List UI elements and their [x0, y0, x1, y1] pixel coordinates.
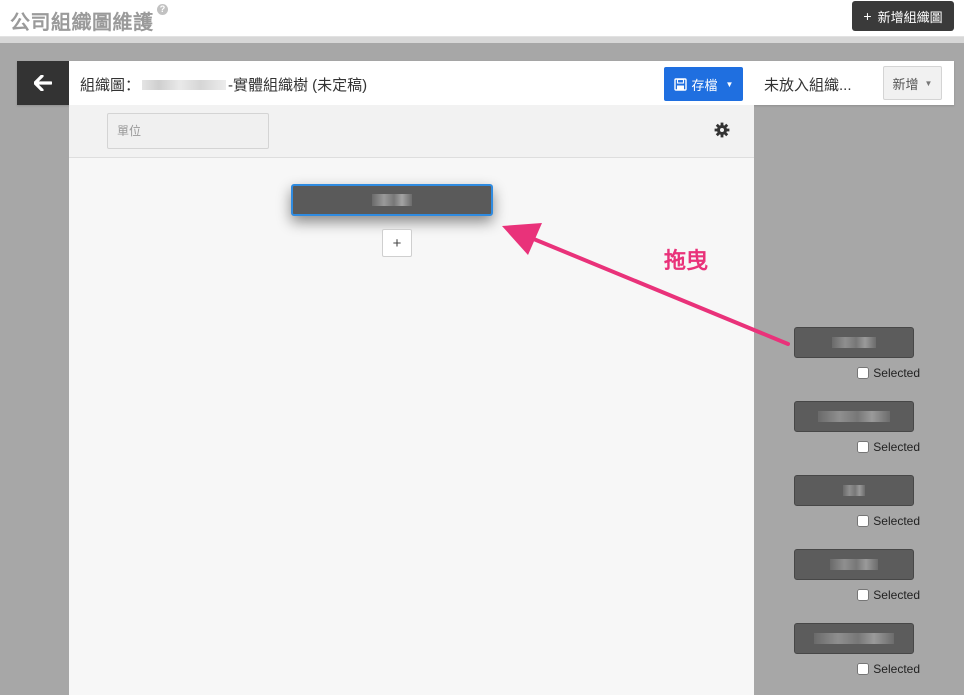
chart-title: 組織圖： -實體組織樹 (未定稿)	[80, 74, 367, 95]
chart-title-prefix: 組織圖：	[80, 77, 141, 94]
redacted-node-name	[818, 411, 890, 422]
drag-annotation-label: 拖曳	[664, 248, 709, 273]
arrow-left-icon	[34, 75, 52, 91]
caret-down-icon: ▼	[725, 79, 734, 89]
editor-header: 組織圖： -實體組織樹 (未定稿) 存檔 ▼ 未放入組織... 新增 ▼	[17, 61, 954, 105]
redacted-node-name	[372, 194, 412, 206]
unit-select-row[interactable]: Selected	[794, 662, 920, 676]
save-button[interactable]: 存檔 ▼	[664, 67, 743, 101]
new-unit-label: 新增	[892, 76, 919, 92]
redacted-node-name	[832, 337, 876, 348]
save-label: 存檔	[691, 77, 718, 93]
unit-select-label: Selected	[873, 514, 920, 528]
add-org-chart-button[interactable]: + 新增組織圖	[852, 1, 954, 31]
chart-title-suffix: -實體組織樹 (未定稿)	[228, 77, 368, 94]
unplaced-unit-node[interactable]	[794, 549, 914, 580]
unit-select-checkbox[interactable]	[857, 663, 870, 675]
unit-search-input[interactable]	[107, 113, 269, 149]
unplaced-unit-node[interactable]	[794, 475, 914, 506]
drag-arrow-annotation	[502, 223, 790, 346]
unit-select-label: Selected	[873, 588, 920, 602]
redacted-node-name	[843, 485, 865, 496]
question-circle-icon[interactable]: ?	[157, 4, 168, 15]
unit-select-row[interactable]: Selected	[794, 588, 920, 602]
page-title: 公司組織圖維護	[10, 12, 154, 34]
back-button[interactable]	[17, 61, 69, 105]
unplaced-unit-node[interactable]	[794, 327, 914, 358]
unit-select-label: Selected	[873, 662, 920, 676]
org-chart-canvas: +	[69, 105, 754, 695]
add-org-chart-label: 新增組織圖	[877, 9, 943, 25]
unit-select-checkbox[interactable]	[857, 367, 870, 379]
redacted-node-name	[830, 559, 878, 570]
unit-select-label: Selected	[873, 366, 920, 380]
unplaced-units-label: 未放入組織...	[764, 77, 852, 94]
canvas-toolbar	[69, 105, 754, 158]
unplaced-unit-item: Selected	[794, 327, 920, 380]
unplaced-unit-node[interactable]	[794, 623, 914, 654]
unplaced-unit-item: Selected	[794, 401, 920, 454]
unit-select-checkbox[interactable]	[857, 589, 870, 601]
redacted-node-name	[814, 633, 894, 644]
gear-icon[interactable]	[714, 122, 730, 138]
unit-select-row[interactable]: Selected	[794, 440, 920, 454]
unit-select-label: Selected	[873, 440, 920, 454]
add-child-node-button[interactable]: +	[382, 229, 412, 257]
unit-select-checkbox[interactable]	[857, 515, 870, 527]
caret-down-icon: ▼	[924, 78, 933, 88]
unit-select-row[interactable]: Selected	[794, 366, 920, 380]
unplaced-unit-item: Selected	[794, 623, 920, 676]
page-header: 公司組織圖維護 ? + 新增組織圖	[0, 0, 964, 37]
root-org-node[interactable]	[291, 184, 493, 216]
unplaced-unit-item: Selected	[794, 475, 920, 528]
header-divider	[0, 37, 964, 43]
unit-select-checkbox[interactable]	[857, 441, 870, 453]
unit-select-row[interactable]: Selected	[794, 514, 920, 528]
redacted-company-name	[142, 79, 227, 90]
floppy-disk-icon	[673, 77, 687, 91]
plus-icon: +	[863, 8, 872, 24]
unplaced-unit-node[interactable]	[794, 401, 914, 432]
new-unit-dropdown[interactable]: 新增 ▼	[883, 66, 942, 100]
unplaced-unit-item: Selected	[794, 549, 920, 602]
